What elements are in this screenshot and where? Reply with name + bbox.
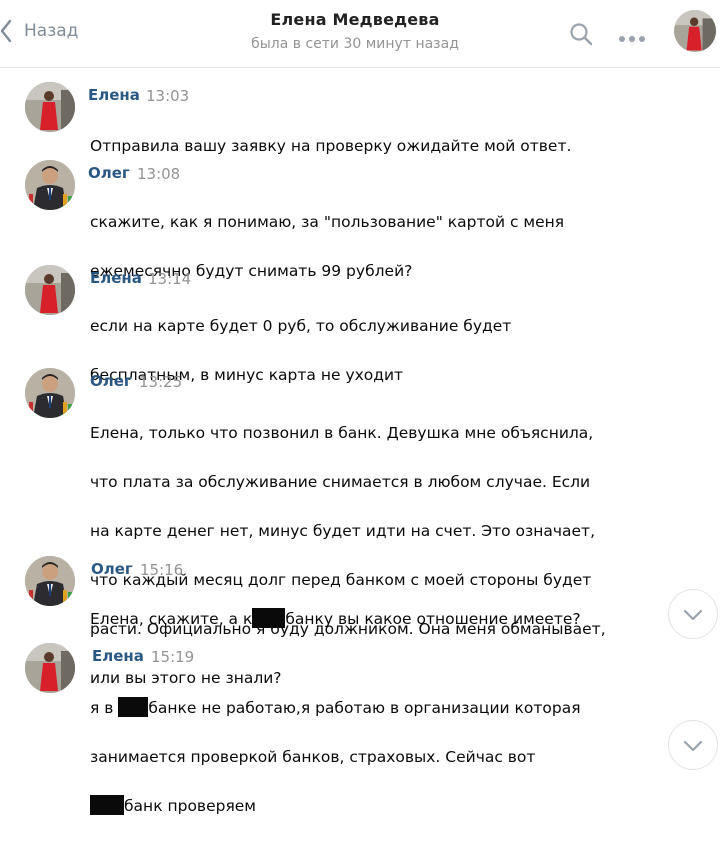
avatar-elena-icon <box>25 82 75 132</box>
avatar[interactable] <box>25 368 75 418</box>
scroll-down-button-secondary[interactable] <box>668 720 718 770</box>
message-time: 15:19 <box>151 648 195 666</box>
back-label: Назад <box>24 21 79 41</box>
avatar[interactable] <box>25 265 75 315</box>
redacted-text <box>90 794 124 815</box>
avatar-oleg-icon <box>25 368 75 418</box>
avatar[interactable] <box>25 556 75 606</box>
chevron-down-icon <box>683 609 703 621</box>
header-avatar[interactable] <box>674 10 716 52</box>
chat-title: Елена Медведева <box>270 10 440 29</box>
redacted-text <box>118 696 149 717</box>
message-author[interactable]: Олег <box>91 560 133 578</box>
message-author[interactable]: Олег <box>90 372 132 390</box>
avatar-elena-icon <box>25 265 75 315</box>
message-time: 13:14 <box>148 270 192 288</box>
chevron-down-icon <box>683 740 703 752</box>
chevron-left-icon <box>0 19 12 43</box>
more-button[interactable] <box>618 28 646 47</box>
back-button[interactable]: Назад <box>0 18 78 44</box>
message-text: Елена, скажите, а к банку вы какое отноше… <box>90 607 581 628</box>
message-time: 13:03 <box>146 87 190 105</box>
chat-header: Назад Елена Медведева была в сети 30 мин… <box>0 0 720 68</box>
message-time: 15:16 <box>140 561 184 579</box>
message-author[interactable]: Елена <box>88 86 140 104</box>
message-text: Елена, только что позвонил в банк. Девуш… <box>90 423 606 687</box>
message-time: 13:08 <box>137 165 181 183</box>
chat-status: была в сети 30 минут назад <box>251 36 459 52</box>
more-dots-icon <box>619 36 645 42</box>
message-text: если на карте будет 0 руб, то обслуживан… <box>90 316 512 384</box>
search-icon <box>570 23 593 46</box>
search-button[interactable] <box>569 22 593 50</box>
message-time: 13:25 <box>139 373 183 391</box>
message-author[interactable]: Елена <box>90 269 142 287</box>
avatar[interactable] <box>25 160 75 210</box>
scroll-down-button[interactable] <box>668 589 718 639</box>
avatar-elena-icon <box>674 10 716 52</box>
avatar[interactable] <box>25 643 75 693</box>
avatar-oleg-icon <box>25 556 75 606</box>
message-text: я в банке не работаю,я работаю в организ… <box>90 696 581 815</box>
message-author[interactable]: Елена <box>92 647 144 665</box>
chat-title-block[interactable]: Елена Медведева была в сети 30 минут наз… <box>200 10 510 52</box>
message-author[interactable]: Олег <box>88 164 130 182</box>
redacted-text <box>252 607 286 628</box>
avatar[interactable] <box>25 82 75 132</box>
avatar-oleg-icon <box>25 160 75 210</box>
avatar-elena-icon <box>25 643 75 693</box>
